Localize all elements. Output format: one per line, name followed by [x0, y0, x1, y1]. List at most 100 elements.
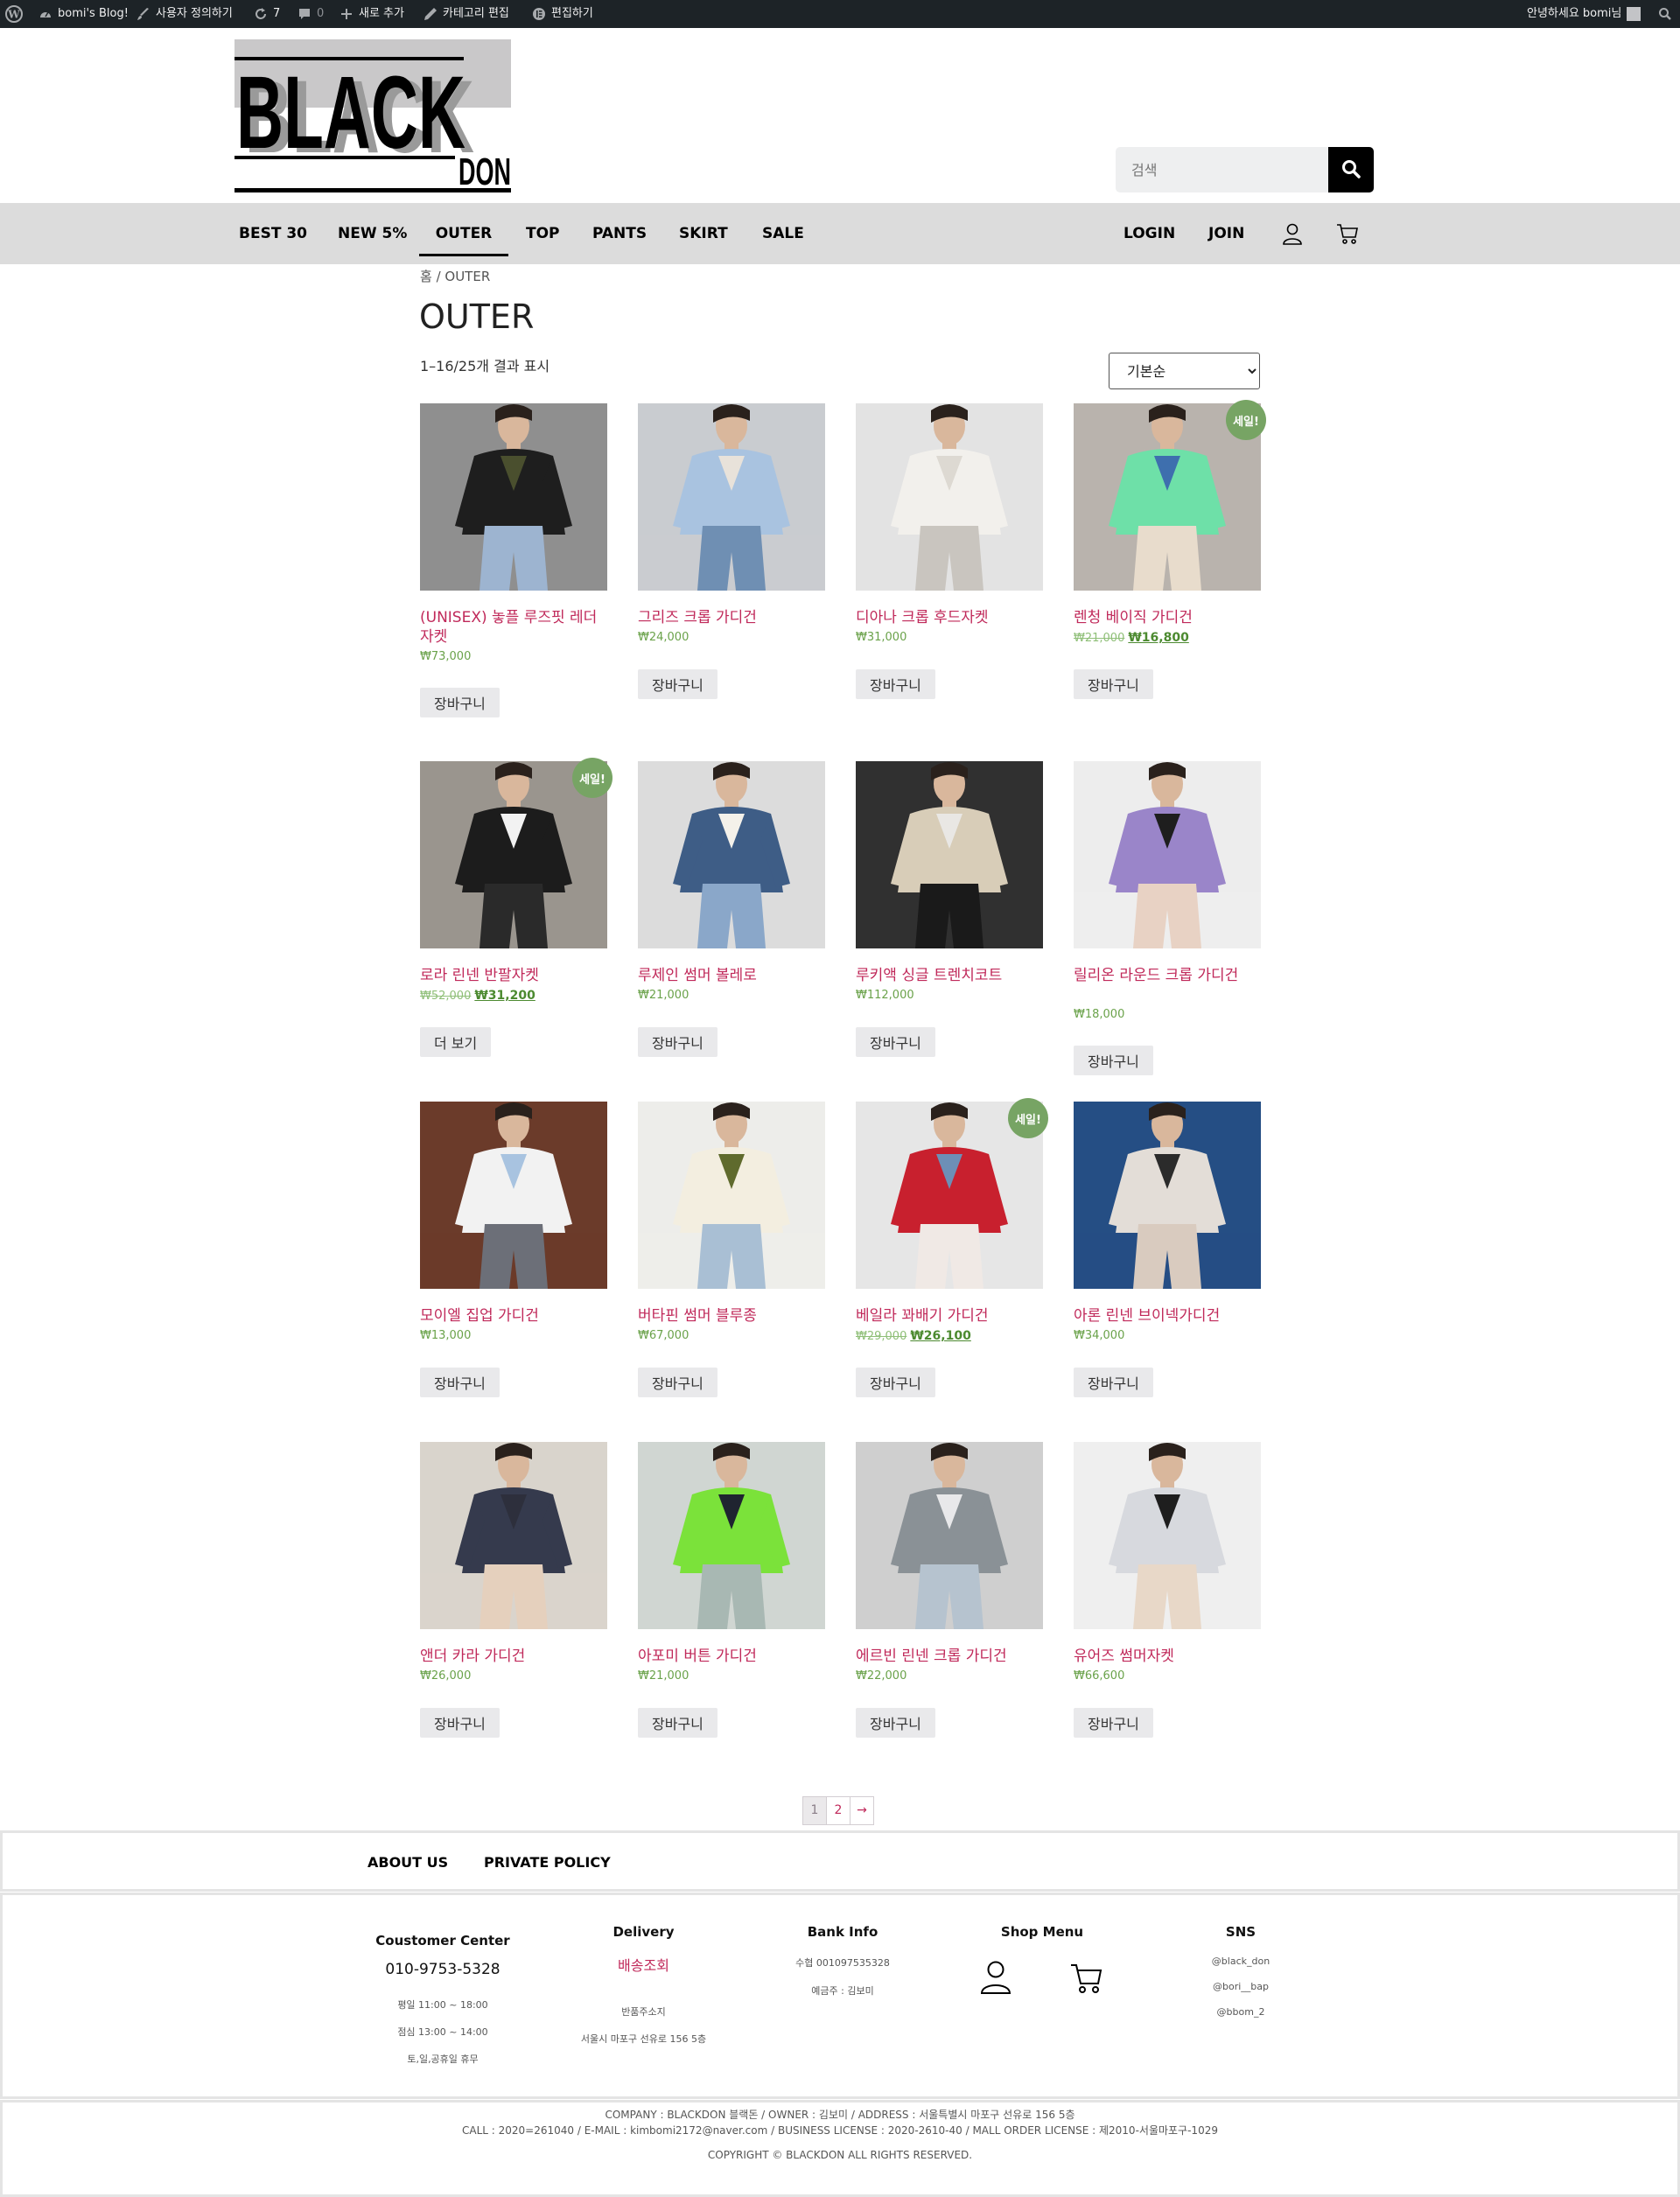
site-logo[interactable]: BLACK BLACK DON — [234, 39, 513, 193]
product-title[interactable]: 루제인 썸머 볼레로 — [638, 966, 825, 985]
add-to-cart-button[interactable]: 장바구니 — [856, 1368, 935, 1397]
bank-holder: 예금주 : 김보미 — [811, 1985, 874, 1997]
footer-info: Coustomer Center 010-9753-5328 평일 11:00 … — [0, 1893, 1680, 2099]
product-image[interactable] — [856, 403, 1043, 591]
copyright-text: COPYRIGHT © BLACKDON ALL RIGHTS RESERVED… — [707, 2149, 973, 2161]
product-title[interactable]: 아포미 버튼 가디건 — [638, 1647, 825, 1666]
product-title[interactable]: 앤더 카라 가디건 — [420, 1647, 607, 1666]
product-title[interactable]: 그리즈 크롭 가디건 — [638, 608, 825, 627]
sale-price: ₩26,100 — [910, 1329, 971, 1343]
orderby-select[interactable]: 기본순 — [1109, 353, 1260, 389]
footer-account-icon[interactable] — [980, 1960, 1012, 1998]
product-title[interactable]: (UNISEX) 놓플 루즈핏 레더자켓 — [420, 608, 607, 647]
delivery-tracking-link[interactable]: 배송조회 — [545, 1954, 742, 1975]
product-image[interactable] — [1074, 761, 1261, 948]
product-image[interactable] — [1074, 1102, 1261, 1289]
product-image[interactable] — [1074, 1442, 1261, 1629]
wordpress-logo-icon[interactable]: W — [5, 0, 23, 28]
product-image[interactable] — [638, 1442, 825, 1629]
product-image[interactable] — [638, 1102, 825, 1289]
sns-account-3[interactable]: @bbom_2 — [1175, 2006, 1306, 2018]
add-to-cart-button[interactable]: 장바구니 — [1074, 669, 1153, 699]
add-to-cart-button[interactable]: 장바구니 — [856, 669, 935, 699]
nav-item-best30[interactable]: BEST 30 — [239, 203, 307, 264]
hours-lunch: 점심 13:00 ~ 14:00 — [397, 2026, 488, 2038]
shop-menu-title: Shop Menu — [1000, 1924, 1084, 1940]
product-title[interactable]: 아론 린넨 브이넥가디건 — [1074, 1306, 1261, 1326]
product-title[interactable]: 에르빈 린넨 크롭 가디건 — [856, 1647, 1043, 1666]
admin-bar-comments[interactable]: 0 — [298, 0, 324, 28]
sns-account-1[interactable]: @black_don — [1175, 1956, 1306, 1967]
join-link[interactable]: JOIN — [1208, 203, 1244, 264]
search-input[interactable] — [1116, 147, 1330, 192]
sns-info: SNS @black_don @bori__bap @bbom_2 — [1175, 1924, 1306, 2018]
product-image[interactable] — [638, 403, 825, 591]
add-to-cart-button[interactable]: 장바구니 — [856, 1027, 935, 1057]
product-title[interactable]: 렌청 베이직 가디건 — [1074, 608, 1261, 627]
next-page-link[interactable]: → — [850, 1796, 874, 1825]
admin-bar-edit[interactable]: 편집하기 — [532, 0, 593, 28]
add-to-cart-button[interactable]: 장바구니 — [420, 688, 500, 717]
private-policy-link[interactable]: PRIVATE POLICY — [484, 1833, 611, 1893]
logo-text-black: BLACK — [236, 55, 466, 171]
login-link[interactable]: LOGIN — [1124, 203, 1175, 264]
page-2-link[interactable]: 2 — [826, 1796, 850, 1825]
product-image[interactable] — [638, 761, 825, 948]
admin-bar-account[interactable]: 안녕하세요 bomi님 — [1527, 0, 1642, 28]
product-price: ₩112,000 — [856, 989, 914, 1002]
nav-item-sale[interactable]: SALE — [762, 203, 804, 264]
footer-navigation: ABOUT US PRIVATE POLICY — [0, 1830, 1680, 1892]
add-to-cart-button[interactable]: 장바구니 — [638, 1708, 718, 1738]
add-to-cart-button[interactable]: 장바구니 — [638, 669, 718, 699]
admin-bar-edit-category[interactable]: 카테고리 편집 — [424, 0, 509, 28]
admin-bar-search-icon[interactable] — [1658, 0, 1672, 28]
admin-bar: W bomi's Blog! 사용자 정의하기 7 0 새로 추가 카테고리 편… — [0, 0, 1680, 28]
add-to-cart-button[interactable]: 장바구니 — [1074, 1046, 1153, 1075]
search-button[interactable] — [1328, 147, 1374, 192]
add-to-cart-button[interactable]: 더 보기 — [420, 1027, 492, 1057]
cart-icon[interactable] — [1336, 203, 1359, 264]
product-title[interactable]: 베일라 꽈배기 가디건 — [856, 1306, 1043, 1326]
avatar — [1627, 7, 1642, 21]
price: ₩18,000 — [1074, 1008, 1125, 1021]
add-to-cart-button[interactable]: 장바구니 — [856, 1708, 935, 1738]
product-image[interactable] — [420, 1102, 607, 1289]
product-title[interactable]: 모이엘 집업 가디건 — [420, 1306, 607, 1326]
product-price: ₩21,000 — [638, 989, 689, 1002]
bank-info: Bank Info 수협 001097535328 예금주 : 김보미 — [764, 1924, 921, 1998]
footer-cart-icon[interactable] — [1070, 1962, 1103, 1998]
nav-item-skirt[interactable]: SKIRT — [679, 203, 728, 264]
account-icon[interactable] — [1282, 203, 1303, 264]
product-image[interactable] — [856, 761, 1043, 948]
admin-bar-new[interactable]: 새로 추가 — [340, 0, 404, 28]
admin-bar-updates[interactable]: 7 — [254, 0, 280, 28]
product-title[interactable]: 버타핀 썸머 블루종 — [638, 1306, 825, 1326]
add-to-cart-button[interactable]: 장바구니 — [420, 1708, 500, 1738]
edit-category-label: 카테고리 편집 — [443, 7, 509, 20]
product-title[interactable]: 루키액 싱글 트렌치코트 — [856, 966, 1043, 985]
admin-bar-customize[interactable]: 사용자 정의하기 — [136, 0, 233, 28]
admin-bar-blog-link[interactable]: bomi's Blog! — [38, 0, 129, 28]
product-title[interactable]: 유어즈 썸머자켓 — [1074, 1647, 1261, 1666]
product-image[interactable] — [420, 403, 607, 591]
breadcrumb[interactable]: 홈 / OUTER — [420, 267, 490, 285]
add-to-cart-button[interactable]: 장바구니 — [420, 1368, 500, 1397]
about-us-link[interactable]: ABOUT US — [368, 1833, 448, 1893]
product-title[interactable]: 릴리온 라운드 크롭 가디건 — [1074, 966, 1261, 985]
product-image[interactable] — [856, 1442, 1043, 1629]
product-price: ₩18,000 — [1074, 1008, 1124, 1021]
add-to-cart-button[interactable]: 장바구니 — [638, 1368, 718, 1397]
product-title[interactable]: 디아나 크롭 후드자켓 — [856, 608, 1043, 627]
nav-item-top[interactable]: TOP — [526, 203, 560, 264]
add-to-cart-button[interactable]: 장바구니 — [1074, 1708, 1153, 1738]
nav-item-pants[interactable]: PANTS — [592, 203, 647, 264]
add-to-cart-button[interactable]: 장바구니 — [1074, 1368, 1153, 1397]
product-title[interactable]: 로라 린넨 반팔자켓 — [420, 966, 607, 985]
nav-item-outer[interactable]: OUTER — [419, 206, 508, 256]
product-price: ₩26,000 — [420, 1669, 471, 1683]
add-to-cart-button[interactable]: 장바구니 — [638, 1027, 718, 1057]
sns-account-2[interactable]: @bori__bap — [1175, 1981, 1306, 1992]
product-image[interactable] — [420, 1442, 607, 1629]
sale-price: ₩31,200 — [474, 989, 536, 1003]
nav-item-new[interactable]: NEW 5% — [338, 203, 407, 264]
